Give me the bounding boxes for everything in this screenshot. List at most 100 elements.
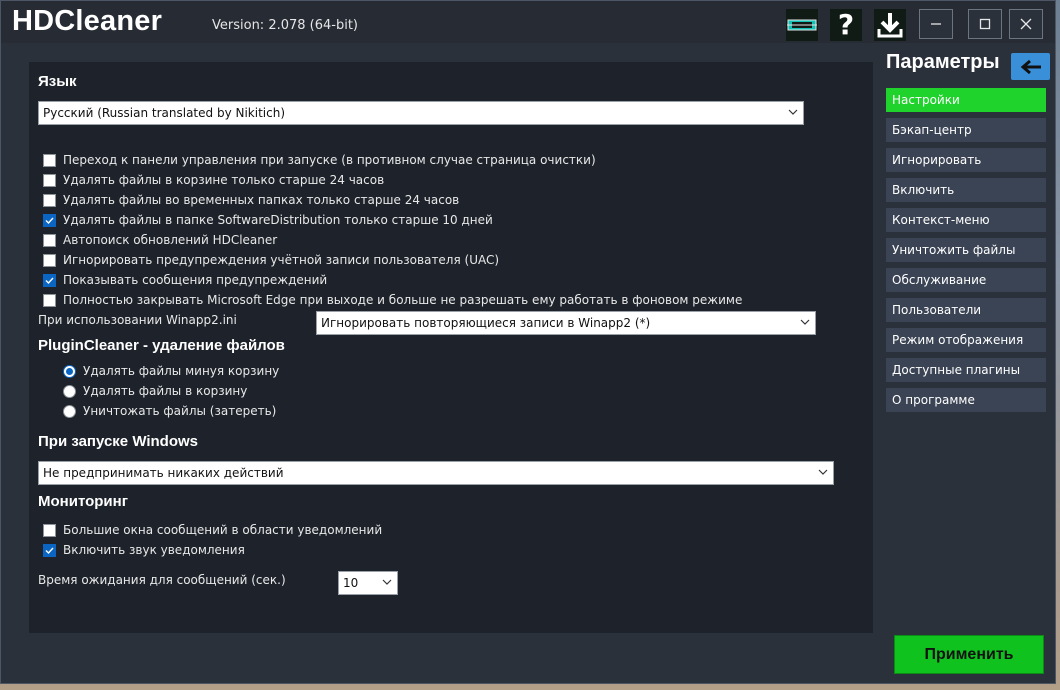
download-icon[interactable] — [874, 9, 906, 41]
timeout-select-value: 10 — [343, 576, 359, 590]
sidebar-item-label: О программе — [892, 393, 975, 407]
version-label: Version: 2.078 (64-bit) — [212, 18, 359, 33]
sidebar-item-shred-files[interactable]: Уничтожить файлы — [886, 238, 1046, 262]
timeout-label: Время ожидания для сообщений (сек.) — [38, 573, 286, 587]
option-checkbox[interactable]: Переход к панели управления при запуске … — [43, 153, 596, 167]
checkbox[interactable] — [43, 233, 56, 247]
title-bar[interactable]: HDCleaner Version: 2.078 (64-bit) ? — [1, 1, 1055, 43]
radio-label: Уничтожать файлы (затереть) — [83, 404, 277, 418]
startup-select[interactable]: Не предпринимать никаких действий — [38, 461, 834, 485]
radio[interactable] — [63, 404, 76, 418]
winapp-label: При использовании Winapp2.ini — [38, 313, 237, 327]
close-icon — [1020, 18, 1032, 30]
option-label: Удалять файлы в папке SoftwareDistributi… — [63, 213, 493, 227]
option-checkbox[interactable]: Полностью закрывать Microsoft Edge при в… — [43, 293, 742, 307]
sidebar-item-label: Бэкап-центр — [892, 123, 972, 137]
plugin-radio[interactable]: Удалять файлы в корзину — [63, 384, 247, 398]
timeout-select[interactable]: 10 — [338, 571, 398, 595]
checkbox[interactable] — [43, 153, 56, 167]
sidebar-item-plugins[interactable]: Доступные плагины — [886, 358, 1046, 382]
language-select-value: Русский (Russian translated by Nikitich) — [43, 106, 285, 120]
option-label: Показывать сообщения предупреждений — [63, 273, 328, 287]
startup-select-value: Не предпринимать никаких действий — [43, 466, 284, 480]
option-checkbox[interactable]: Автопоиск обновлений HDCleaner — [43, 233, 277, 247]
sidebar-item-maintenance[interactable]: Обслуживание — [886, 268, 1046, 292]
option-label: Игнорировать предупреждения учётной запи… — [63, 253, 500, 267]
settings-panel: Язык Русский (Russian translated by Niki… — [29, 62, 873, 633]
back-button[interactable] — [1011, 53, 1050, 80]
checkbox[interactable] — [43, 193, 56, 207]
option-label: Удалять файлы в корзине только старше 24… — [63, 173, 385, 187]
maximize-button[interactable] — [968, 9, 1002, 39]
app-title: HDCleaner — [12, 5, 163, 37]
sidebar-item-backup[interactable]: Бэкап-центр — [886, 118, 1046, 142]
check-icon — [45, 277, 54, 284]
sidebar-title: Параметры — [886, 51, 1000, 73]
option-label: Удалять файлы во временных папках только… — [63, 193, 460, 207]
app-window: HDCleaner Version: 2.078 (64-bit) ? Язык… — [0, 0, 1056, 684]
screen-icon[interactable] — [786, 9, 818, 41]
sidebar-item-ignore[interactable]: Игнорировать — [886, 148, 1046, 172]
checkbox-checked[interactable] — [43, 543, 56, 557]
monitoring-checkbox[interactable]: Включить звук уведомления — [43, 543, 245, 557]
help-icon[interactable]: ? — [830, 9, 862, 41]
winapp-select-value: Игнорировать повторяющиеся записи в Wina… — [321, 316, 651, 330]
sidebar-item-label: Уничтожить файлы — [892, 243, 1016, 257]
sidebar-item-context-menu[interactable]: Контекст-меню — [886, 208, 1046, 232]
checkbox[interactable] — [43, 523, 56, 537]
minimize-icon — [931, 23, 941, 25]
sidebar-item-about[interactable]: О программе — [886, 388, 1046, 412]
sidebar-item-users[interactable]: Пользователи — [886, 298, 1046, 322]
language-heading: Язык — [38, 73, 77, 90]
sidebar-item-label: Контекст-меню — [892, 213, 990, 227]
monitoring-checkbox[interactable]: Большие окна сообщений в области уведомл… — [43, 523, 382, 537]
option-label: Включить звук уведомления — [63, 543, 245, 557]
sidebar-item-label: Пользователи — [892, 303, 982, 317]
checkbox-checked[interactable] — [43, 273, 56, 287]
sidebar-item-label: Обслуживание — [892, 273, 987, 287]
sidebar-item-label: Настройки — [892, 93, 960, 107]
winapp-select[interactable]: Игнорировать повторяющиеся записи в Wina… — [316, 311, 816, 335]
sidebar-item-label: Игнорировать — [892, 153, 982, 167]
option-label: Полностью закрывать Microsoft Edge при в… — [63, 293, 743, 307]
option-checkbox[interactable]: Удалять файлы во временных папках только… — [43, 193, 459, 207]
checkbox[interactable] — [43, 293, 56, 307]
minimize-button[interactable] — [919, 9, 953, 39]
close-button[interactable] — [1009, 9, 1043, 39]
option-label: Большие окна сообщений в области уведомл… — [63, 523, 383, 537]
sidebar-item-include[interactable]: Включить — [886, 178, 1046, 202]
checkbox[interactable] — [43, 253, 56, 267]
radio-selected[interactable] — [63, 364, 76, 378]
option-label: Автопоиск обновлений HDCleaner — [63, 233, 278, 247]
plugin-radio[interactable]: Удалять файлы минуя корзину — [63, 364, 279, 378]
maximize-icon — [979, 18, 991, 30]
check-icon — [45, 217, 54, 224]
language-select[interactable]: Русский (Russian translated by Nikitich) — [38, 101, 804, 125]
chevron-down-icon — [800, 319, 810, 325]
plugin-radio[interactable]: Уничтожать файлы (затереть) — [63, 404, 276, 418]
check-icon — [45, 547, 54, 554]
startup-heading: При запуске Windows — [38, 433, 199, 450]
sidebar-item-label: Режим отображения — [892, 333, 1024, 347]
radio[interactable] — [63, 384, 76, 398]
checkbox[interactable] — [43, 173, 56, 187]
sidebar-item-settings[interactable]: Настройки — [886, 88, 1046, 112]
sidebar-item-display-mode[interactable]: Режим отображения — [886, 328, 1046, 352]
arrow-left-icon — [1020, 59, 1041, 74]
option-label: Переход к панели управления при запуске … — [63, 153, 596, 167]
option-checkbox[interactable]: Удалять файлы в папке SoftwareDistributi… — [43, 213, 493, 227]
option-checkbox[interactable]: Игнорировать предупреждения учётной запи… — [43, 253, 499, 267]
chevron-down-icon — [382, 579, 392, 585]
sidebar-item-label: Доступные плагины — [892, 363, 1021, 377]
chevron-down-icon — [818, 469, 828, 475]
chevron-down-icon — [788, 109, 798, 115]
option-checkbox[interactable]: Удалять файлы в корзине только старше 24… — [43, 173, 384, 187]
monitoring-heading: Мониторинг — [38, 493, 128, 510]
option-checkbox[interactable]: Показывать сообщения предупреждений — [43, 273, 327, 287]
radio-label: Удалять файлы в корзину — [83, 384, 248, 398]
checkbox-checked[interactable] — [43, 213, 56, 227]
sidebar-item-label: Включить — [892, 183, 955, 197]
radio-label: Удалять файлы минуя корзину — [83, 364, 280, 378]
plugin-heading: PluginCleaner - удаление файлов — [38, 337, 285, 354]
apply-button[interactable]: Применить — [894, 635, 1044, 674]
